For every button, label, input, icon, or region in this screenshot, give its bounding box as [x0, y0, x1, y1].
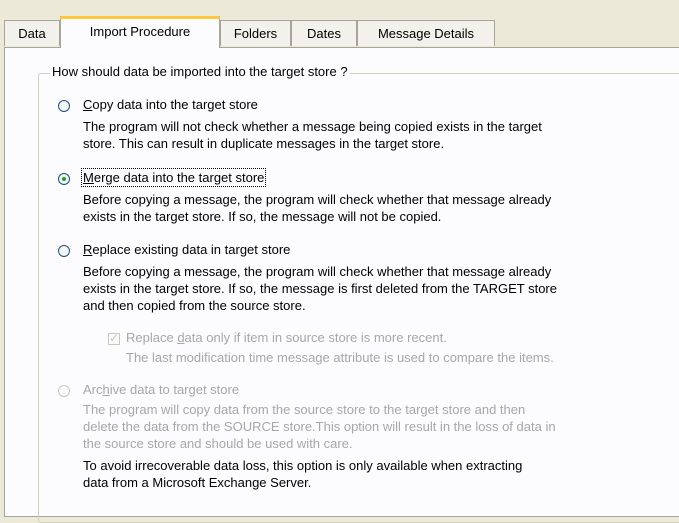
archive-label[interactable]: Archive data to target store — [83, 382, 239, 397]
replace-radio[interactable] — [58, 245, 70, 257]
merge-radio[interactable] — [58, 173, 70, 185]
replace-recent-label[interactable]: Replace data only if item in source stor… — [126, 330, 447, 345]
merge-label[interactable]: Merge data into the target store — [80, 168, 267, 187]
replace-recent-description: The last modification time message attri… — [126, 350, 554, 365]
tab-data[interactable]: Data — [4, 20, 60, 46]
tab-folders[interactable]: Folders — [220, 20, 291, 46]
copy-label[interactable]: Copy data into the target store — [83, 97, 258, 112]
tab-dates[interactable]: Dates — [291, 20, 357, 46]
archive-note: To avoid irrecoverable data loss, this o… — [83, 458, 523, 490]
copy-description: The program will not check whether a mes… — [83, 119, 542, 151]
archive-radio[interactable] — [58, 385, 70, 397]
tab-import-procedure[interactable]: Import Procedure — [60, 16, 220, 48]
replace-label[interactable]: Replace existing data in target store — [83, 242, 290, 257]
group-title: How should data be imported into the tar… — [50, 64, 350, 79]
archive-description: The program will copy data from the sour… — [83, 402, 556, 451]
replace-description: Before copying a message, the program wi… — [83, 264, 557, 313]
window-edge — [0, 0, 4, 510]
tab-strip: Data Import Procedure Folders Dates Mess… — [4, 16, 679, 48]
merge-description: Before copying a message, the program wi… — [83, 192, 552, 224]
tab-message-details[interactable]: Message Details — [357, 20, 495, 46]
replace-recent-checkbox[interactable] — [108, 331, 120, 345]
copy-radio[interactable] — [58, 100, 70, 112]
